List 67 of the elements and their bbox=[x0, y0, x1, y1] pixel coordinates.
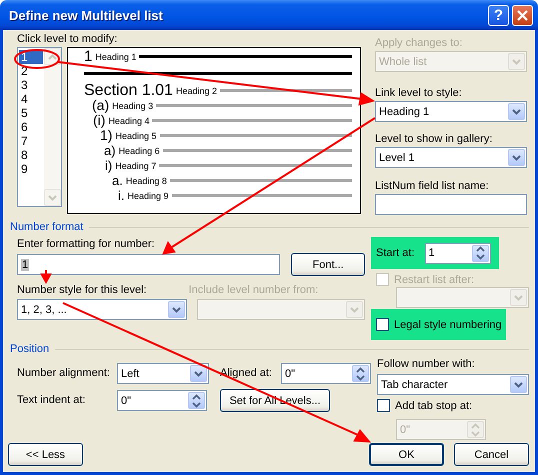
start-at-spinner[interactable]: 1 bbox=[424, 242, 491, 264]
field-label: Aligned at: bbox=[220, 367, 273, 380]
field-label: Click level to modify: bbox=[17, 33, 118, 46]
number-style-dropdown[interactable]: 1, 2, 3, ... bbox=[17, 299, 187, 320]
preview-number: 1) bbox=[100, 128, 112, 143]
level-list-item[interactable]: 7 bbox=[19, 134, 43, 148]
gallery-level-dropdown[interactable]: Level 1 bbox=[375, 147, 527, 168]
preview-heading: Heading 1 bbox=[95, 52, 136, 62]
preview-number: a) bbox=[104, 143, 116, 158]
preview-heading: Heading 8 bbox=[126, 176, 167, 186]
spin-arrows-icon bbox=[471, 422, 480, 436]
preview-heading: Heading 3 bbox=[112, 100, 154, 110]
alignment-dropdown[interactable]: Left bbox=[117, 363, 209, 384]
level-list-item[interactable]: 5 bbox=[19, 106, 43, 120]
preview-number: (a) bbox=[92, 98, 110, 113]
preview-number: (i) bbox=[93, 113, 106, 128]
legal-numbering-checkbox[interactable]: Legal style numbering bbox=[376, 317, 502, 332]
close-icon bbox=[517, 10, 528, 20]
preview-heading: Heading 4 bbox=[108, 116, 150, 126]
aligned-at-spinner[interactable]: 0" bbox=[281, 363, 371, 384]
preview-number: i) bbox=[105, 158, 112, 173]
scroll-up-icon bbox=[48, 54, 57, 60]
field-label: Apply changes to: bbox=[375, 37, 464, 50]
field-label: Text indent at: bbox=[17, 394, 86, 407]
text-indent-spinner[interactable]: 0" bbox=[117, 390, 207, 411]
level-list-item[interactable]: 9 bbox=[19, 162, 43, 176]
link-style-dropdown[interactable]: Heading 1 bbox=[375, 101, 527, 122]
cancel-button[interactable]: Cancel bbox=[454, 443, 529, 466]
field-label: Level to show in gallery: bbox=[375, 133, 494, 146]
less-button[interactable]: << Less bbox=[8, 443, 83, 466]
number-format-field[interactable]: 1 bbox=[17, 254, 280, 275]
list-name-field[interactable] bbox=[375, 194, 527, 215]
field-label: Number alignment: bbox=[17, 367, 111, 380]
level-list-item[interactable]: 3 bbox=[19, 78, 43, 92]
font-button[interactable]: Font... bbox=[291, 253, 365, 276]
scroll-down-icon bbox=[48, 194, 57, 200]
help-button[interactable]: ? bbox=[488, 4, 509, 26]
preview-heading: Heading 9 bbox=[128, 190, 169, 200]
section-title: Position bbox=[10, 343, 50, 356]
field-label: Link level to style: bbox=[375, 87, 463, 100]
preview-heading: Heading 5 bbox=[115, 130, 156, 140]
field-label: Enter formatting for number: bbox=[17, 238, 156, 251]
preview-number: i. bbox=[118, 188, 124, 203]
preview-number: Section 1.01 bbox=[84, 83, 173, 98]
field-label: ListNum field list name: bbox=[375, 180, 490, 193]
preview-heading: Heading 7 bbox=[115, 160, 156, 170]
preview-number: a. bbox=[112, 173, 123, 188]
level-list-item[interactable]: 8 bbox=[19, 148, 43, 162]
spin-arrows-icon bbox=[192, 394, 201, 408]
field-label: Include level number from: bbox=[188, 284, 318, 297]
level-list-item[interactable]: 4 bbox=[19, 92, 43, 106]
field-label: Start at: bbox=[376, 246, 415, 260]
preview-heading: Heading 2 bbox=[176, 86, 217, 96]
window-title: Define new Multilevel list bbox=[9, 8, 164, 22]
ok-button[interactable]: OK bbox=[369, 443, 444, 466]
spin-arrows-icon bbox=[476, 246, 485, 260]
arrow bbox=[40, 270, 52, 284]
spin-arrows-icon bbox=[356, 366, 365, 380]
close-button[interactable] bbox=[512, 4, 533, 26]
section-title: Number format bbox=[10, 221, 84, 234]
preview-heading: Heading 6 bbox=[118, 146, 160, 156]
field-label: Number style for this level: bbox=[17, 284, 147, 297]
preview-number: 1 bbox=[84, 49, 92, 64]
follow-number-dropdown[interactable]: Tab character bbox=[377, 374, 529, 395]
add-tab-stop-checkbox[interactable]: Add tab stop at: bbox=[377, 398, 529, 413]
field-label: Follow number with: bbox=[377, 358, 476, 371]
level-list-item[interactable]: 6 bbox=[19, 120, 43, 134]
